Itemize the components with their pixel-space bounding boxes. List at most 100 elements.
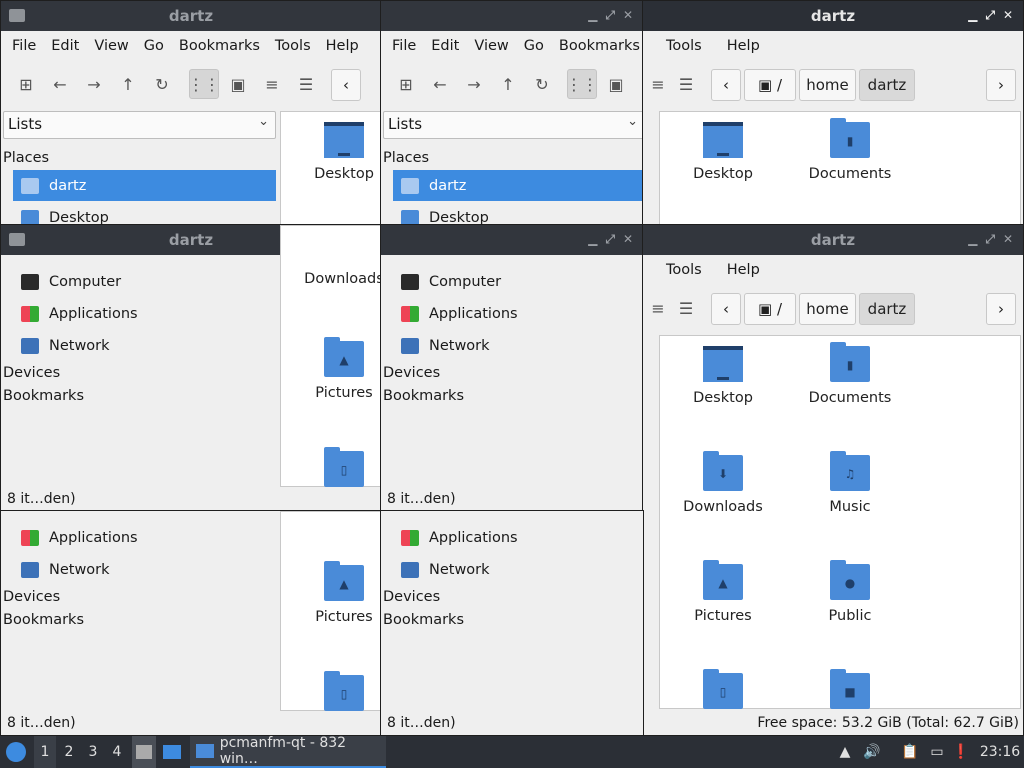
show-desktop-icon[interactable] xyxy=(160,736,184,768)
up-icon[interactable]: ↑ xyxy=(493,69,523,99)
reload-icon[interactable]: ↻ xyxy=(147,69,177,99)
file-item-templates[interactable]: ▯ xyxy=(289,447,381,495)
close-icon[interactable]: ✕ xyxy=(1003,8,1013,23)
close-icon[interactable]: ✕ xyxy=(623,232,633,247)
file-view[interactable]: Downloads ▲ Pictures ▯ xyxy=(280,225,381,487)
file-item-downloads[interactable]: Downloads xyxy=(289,271,381,287)
sidebar-item-applications[interactable]: Applications xyxy=(13,522,276,553)
back-icon[interactable]: ← xyxy=(425,69,455,99)
menu-tools[interactable]: Tools xyxy=(272,38,323,54)
file-item-pictures[interactable]: ▲ Pictures xyxy=(289,561,381,625)
workspace-1[interactable]: 1 xyxy=(34,736,56,768)
back-icon[interactable]: ← xyxy=(45,69,75,99)
reload-icon[interactable]: ↻ xyxy=(527,69,557,99)
path-root-button[interactable]: ▣ / xyxy=(744,69,796,101)
clock[interactable]: 23:16 xyxy=(978,736,1022,768)
sidebar-item-network[interactable]: Network xyxy=(13,554,276,585)
file-item-templates[interactable]: ▯ xyxy=(668,669,778,717)
path-left-arrow[interactable]: ‹ xyxy=(711,69,741,101)
menu-view[interactable]: View xyxy=(471,38,520,54)
new-tab-icon[interactable]: ⊞ xyxy=(391,69,421,99)
minimize-icon[interactable]: ▁ xyxy=(588,8,597,23)
menu-edit[interactable]: Edit xyxy=(48,38,91,54)
workspace-3[interactable]: 3 xyxy=(82,736,104,768)
sidebar-item-network[interactable]: Network xyxy=(393,330,643,361)
menu-file[interactable]: File xyxy=(389,38,428,54)
thumbnail-view-icon[interactable]: ▣ xyxy=(601,69,631,99)
detail-view-icon[interactable]: ☰ xyxy=(671,69,701,99)
icon-view-icon[interactable]: ⋮⋮ xyxy=(566,69,598,99)
file-item-desktop[interactable]: Desktop xyxy=(668,346,778,406)
menu-edit[interactable]: Edit xyxy=(428,38,471,54)
file-item-pictures[interactable]: ▲ Pictures xyxy=(668,560,778,624)
tray-up-icon[interactable]: ▲ xyxy=(836,736,854,768)
path-segment-home[interactable]: home xyxy=(799,69,856,101)
side-pane-mode-combo[interactable]: Lists ⌄ xyxy=(383,111,643,139)
side-pane-mode-combo[interactable]: Lists ⌄ xyxy=(3,111,276,139)
title-bar[interactable]: dartz ▁ ⤢ ✕ xyxy=(643,1,1023,31)
maximize-icon[interactable]: ⤢ xyxy=(605,8,615,23)
file-view[interactable]: Desktop xyxy=(280,111,381,229)
path-segment-home[interactable]: home xyxy=(799,293,856,325)
sidebar-item-computer[interactable]: Computer xyxy=(393,266,643,297)
forward-icon[interactable]: → xyxy=(79,69,109,99)
maximize-icon[interactable]: ⤢ xyxy=(985,8,995,23)
file-item-music[interactable]: ♫ Music xyxy=(795,451,905,515)
workspace-2[interactable]: 2 xyxy=(58,736,80,768)
up-icon[interactable]: ↑ xyxy=(113,69,143,99)
compact-view-icon[interactable]: ≡ xyxy=(643,69,673,99)
file-item-downloads[interactable]: ⬇ Downloads xyxy=(668,451,778,515)
file-item-public[interactable]: ● Public xyxy=(795,560,905,624)
path-segment-dartz[interactable]: dartz xyxy=(859,69,915,101)
menu-bookmarks[interactable]: Bookmarks xyxy=(176,38,272,54)
sidebar-item-applications[interactable]: Applications xyxy=(13,298,276,329)
path-left-arrow[interactable]: ‹ xyxy=(331,69,361,101)
file-item-documents[interactable]: ▮ Documents xyxy=(795,342,905,406)
workspace-4[interactable]: 4 xyxy=(106,736,128,768)
compact-view-icon[interactable]: ≡ xyxy=(643,293,673,323)
sidebar-item-dartz[interactable]: dartz xyxy=(13,170,276,201)
file-item-pictures[interactable]: ▲ Pictures xyxy=(289,337,381,401)
forward-icon[interactable]: → xyxy=(459,69,489,99)
menu-bookmarks[interactable]: Bookmarks xyxy=(556,38,643,54)
file-view[interactable]: Desktop ▮ Documents ⬇ Downloads ♫ Music ▲ Pi… xyxy=(659,335,1021,709)
detail-view-icon[interactable]: ☰ xyxy=(291,69,321,99)
minimize-icon[interactable]: ▁ xyxy=(588,232,597,247)
file-item-videos[interactable]: ■ xyxy=(795,669,905,717)
network-icon[interactable]: ▭ xyxy=(926,736,948,768)
compact-view-icon[interactable]: ≡ xyxy=(257,69,287,99)
close-icon[interactable]: ✕ xyxy=(623,8,633,23)
title-bar[interactable]: ▁ ⤢ ✕ xyxy=(381,1,643,31)
minimize-icon[interactable]: ▁ xyxy=(968,8,977,23)
path-segment-dartz[interactable]: dartz xyxy=(859,293,915,325)
detail-view-icon[interactable]: ☰ xyxy=(671,293,701,323)
path-left-arrow[interactable]: ‹ xyxy=(711,293,741,325)
title-bar[interactable]: dartz ▁ ⤢ ✕ xyxy=(643,225,1023,255)
sidebar-item-dartz[interactable]: dartz xyxy=(393,170,643,201)
menu-view[interactable]: View xyxy=(91,38,140,54)
path-right-arrow[interactable]: › xyxy=(986,69,1016,101)
sidebar-item-applications[interactable]: Applications xyxy=(393,298,643,329)
sidebar-item-network[interactable]: Network xyxy=(393,554,643,585)
clipboard-icon[interactable]: 📋 xyxy=(900,736,920,768)
file-item-templates[interactable]: ▯ xyxy=(289,671,381,719)
menu-tools[interactable]: Tools xyxy=(663,38,714,54)
menu-help[interactable]: Help xyxy=(724,262,772,278)
icon-view-icon[interactable]: ⋮⋮ xyxy=(188,69,220,99)
close-icon[interactable]: ✕ xyxy=(1003,232,1013,247)
minimize-icon[interactable]: ▁ xyxy=(968,232,977,247)
sidebar-item-network[interactable]: Network xyxy=(13,330,276,361)
file-manager-launcher-icon[interactable] xyxy=(132,736,156,768)
path-root-button[interactable]: ▣ / xyxy=(744,293,796,325)
menu-help[interactable]: Help xyxy=(724,38,772,54)
sidebar-item-computer[interactable]: Computer xyxy=(13,266,276,297)
file-view[interactable]: ▲ Pictures ▯ xyxy=(280,511,381,711)
path-right-arrow[interactable]: › xyxy=(986,293,1016,325)
volume-icon[interactable]: 🔊 xyxy=(862,736,882,768)
menu-help[interactable]: Help xyxy=(323,38,371,54)
menu-go[interactable]: Go xyxy=(141,38,176,54)
task-button[interactable]: pcmanfm-qt - 832 win… xyxy=(190,735,386,768)
maximize-icon[interactable]: ⤢ xyxy=(985,232,995,247)
menu-go[interactable]: Go xyxy=(521,38,556,54)
file-view[interactable]: Desktop ▮ Documents xyxy=(659,111,1021,229)
